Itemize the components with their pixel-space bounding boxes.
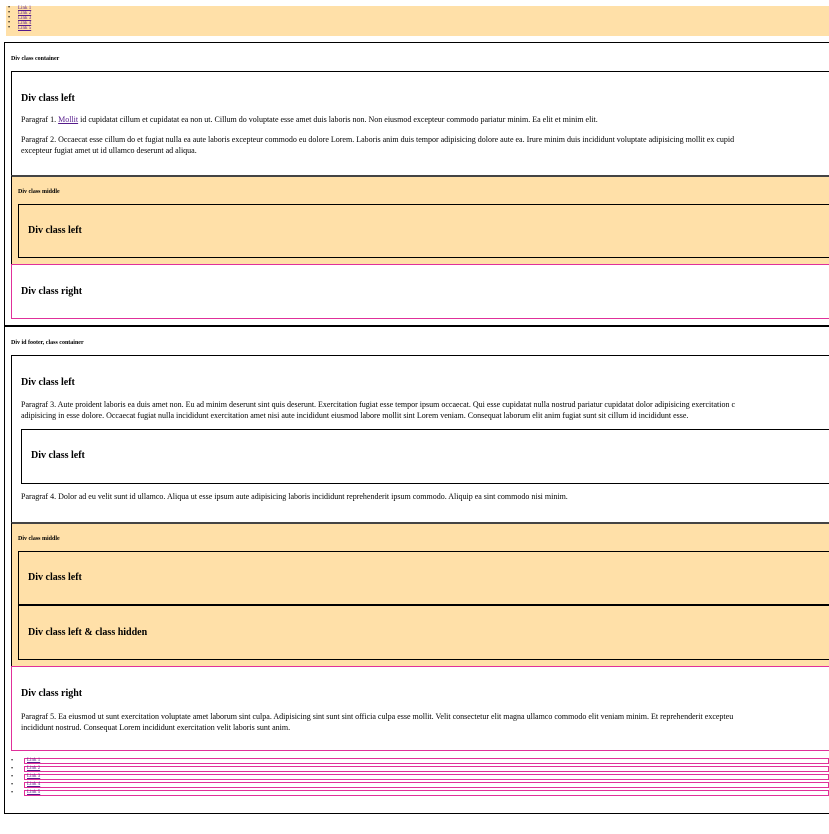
footer-left-heading: Div class left [21,377,75,388]
bottom-link-list: Link 1 Link 2 Link 3 Link 4 Link 5 [10,757,829,797]
footer-hidden-heading: Div class left & class hidden [28,627,148,638]
list-item: Link 2 [10,766,829,773]
div-left-heading: Div class left [21,93,75,104]
paragraph-1-rest: id cupidatat cillum et cupidatat ea non … [78,115,598,124]
footer-middle-left [18,551,829,605]
div-left-in-middle [18,204,829,258]
list-item: Link 4 [10,782,829,789]
footer-div-right [11,666,829,751]
top-link-list: Link 1 Link 2 Link 3 Link 4 Link 5 [6,6,829,36]
paragraph-5-line-1: Paragraf 5. Ea eiusmod ut sunt exercitat… [21,712,734,721]
list-item: Link 5 [10,790,829,797]
footer-right-heading: Div class right [21,688,83,699]
middle-left-heading: Div class left [28,225,82,236]
nested-left-heading: Div class left [31,450,85,461]
paragraph-1-prefix: Paragraf 1. [21,115,59,124]
bottom-link-2[interactable]: Link 2 [24,766,829,772]
div-right [11,264,829,319]
paragraph-3-line-1: Paragraf 3. Aute proident laboris ea dui… [21,400,736,409]
paragraph-1: Paragraf 1. Mollit id cupidatat cillum e… [21,115,598,124]
footer-caption: Div id footer, class container [11,340,84,346]
paragraph-3-line-2: adipisicing in esse dolore. Occaecat fug… [21,411,689,420]
paragraph-2-line-2: excepteur fugiat amet ut id ullamco dese… [21,146,197,155]
container-caption: Div class container [11,56,60,62]
paragraph-2-line-1: Paragraf 2. Occaecat esse cillum do et f… [21,135,735,144]
list-item: Link 5 [6,26,829,31]
footer-middle-caption: Div class middle [18,536,60,542]
bottom-link-4[interactable]: Link 4 [24,782,829,788]
paragraph-4: Paragraf 4. Dolor ad eu velit sunt id ul… [21,492,568,501]
mollit-link[interactable]: Mollit [58,115,78,124]
middle-caption: Div class middle [18,189,60,195]
list-item: Link 1 [10,758,829,765]
bottom-link-5[interactable]: Link 5 [24,790,829,796]
div-right-heading: Div class right [21,286,83,297]
bottom-link-3[interactable]: Link 3 [24,774,829,780]
footer-middle-left-heading: Div class left [28,572,82,583]
paragraph-5-line-2: incididunt nostrud. Consequat Lorem inci… [21,723,291,732]
list-item: Link 3 [10,774,829,781]
top-link-5[interactable]: Link 5 [18,26,31,31]
nested-div-left [21,429,829,484]
bottom-link-1[interactable]: Link 1 [24,758,829,764]
